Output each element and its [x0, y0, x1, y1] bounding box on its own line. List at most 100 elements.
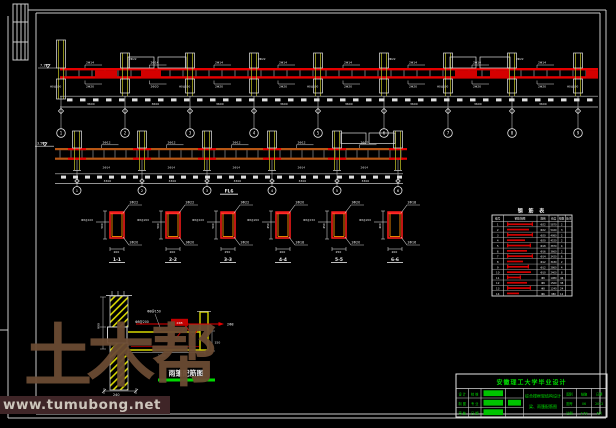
annotation-blob — [561, 98, 567, 101]
cad-path — [123, 205, 142, 213]
column-stub-above — [186, 53, 195, 68]
annotation-blob — [340, 98, 346, 101]
span-dimension: 3300 — [234, 179, 242, 183]
span-dimension: 3300 — [362, 179, 370, 183]
axis-number: 3 — [189, 130, 192, 135]
rebar-shape — [507, 255, 533, 257]
annotation-blob — [184, 98, 190, 101]
section-detail: 2Φ222Φ20Φ8@1005002001-1 — [81, 201, 142, 264]
span-dimension: 3600 — [539, 102, 547, 106]
row-number: 5 — [497, 244, 499, 248]
rebar-spec: Φ20 — [540, 239, 546, 243]
support-fill — [490, 70, 510, 78]
stirrup-callout: Φ8@200 — [247, 218, 259, 222]
rebar-hook — [507, 243, 508, 247]
rebar-qty: 6 — [561, 255, 563, 259]
rebar-length: 1240 — [550, 288, 557, 291]
rebar-spec: Φ12 — [540, 265, 546, 269]
annotation-blob — [431, 98, 437, 101]
top-rebar-callout: 2Φ22 — [130, 201, 139, 205]
annotation-blob — [353, 98, 359, 101]
rebar-qty: 2 — [561, 233, 563, 237]
support-fill — [263, 158, 281, 160]
width-label: 250 — [336, 250, 342, 254]
column-stub-below — [380, 79, 389, 93]
rebar-hook — [507, 254, 508, 258]
column-stub-above — [314, 53, 323, 68]
annotation-blob — [405, 98, 411, 101]
annotation-blob — [93, 98, 99, 101]
column-stub-above — [138, 131, 147, 148]
stirrup-note: Φ8@100 — [50, 85, 62, 89]
annotation-blob — [253, 176, 258, 179]
top-rebar-callout: 2Φ22 — [186, 201, 195, 205]
beam-top-chord — [60, 68, 598, 70]
rebar-shape — [507, 287, 531, 289]
annotation-blob — [349, 176, 354, 179]
table-header: 备注 — [566, 216, 572, 220]
height-label: 500 — [211, 223, 215, 229]
stirrup-callout: Φ8@200 — [359, 218, 371, 222]
rebar-spec: Φ8 — [541, 287, 545, 291]
bottom-callout: 2Φ20 — [151, 85, 159, 89]
rebar-length: 3180 — [550, 261, 557, 264]
axis-number: 1 — [60, 130, 63, 135]
rebar-shape — [507, 234, 533, 236]
bottom-rebar-callout: 2Φ16 — [408, 241, 417, 245]
column-stub-above — [444, 53, 453, 68]
annotation-blob — [169, 176, 174, 179]
span-dimension: 3300 — [104, 179, 112, 183]
column-stub-above — [574, 53, 583, 68]
rebar-length: 980 — [551, 293, 556, 296]
span-dimension: 3600 — [474, 102, 482, 106]
support-fill — [328, 158, 346, 160]
rebar-length: 2400 — [550, 272, 557, 275]
tb-label: 日 期 — [471, 411, 478, 416]
upper-beam-outline — [158, 57, 186, 68]
annotation-blob — [262, 98, 268, 101]
rebar-qty: 2 — [561, 223, 563, 227]
top-rebar-callout: 3Φ20 — [352, 201, 361, 205]
width-label: 200 — [392, 250, 398, 254]
tb-label: 制 图 — [459, 401, 466, 406]
span-dimension: 3600 — [345, 102, 353, 106]
bottom-callout: 2Φ20 — [473, 85, 481, 89]
annotation-blob — [373, 176, 378, 179]
top-rebar-callout: 3Φ22 — [241, 201, 250, 205]
rebar-hook — [532, 222, 533, 226]
bottom-rebar-callout: 3Φ20 — [186, 241, 195, 245]
cad-sheet: Φ8@10012Φ222Φ8@10032Φ224Φ8@10052Φ226Φ8@1… — [0, 0, 616, 428]
rebar-length: 1560 — [550, 282, 557, 285]
top-rebar-callout: 2Φ18 — [408, 201, 417, 205]
beam-cross-sections: 2Φ222Φ20Φ8@1005002001-12Φ223Φ20Φ8@200500… — [81, 201, 420, 264]
tb-label: 审 核 — [459, 411, 467, 416]
tb-name-block — [484, 409, 504, 415]
rebar-length: 5420 — [550, 229, 557, 232]
row-number: 1 — [497, 223, 499, 227]
stirrup-callout: Φ8@100 — [81, 218, 93, 222]
leader-arrow — [219, 322, 225, 326]
support-callout: 2Φ22 — [388, 57, 396, 61]
annotation-blob — [522, 98, 528, 101]
annotation-blob — [210, 98, 216, 101]
annotation-blob — [337, 176, 342, 179]
table-header: 钢筋简图 — [515, 216, 526, 220]
annotation-blob — [67, 98, 73, 101]
support-fill — [133, 158, 151, 160]
span-callout: 2Φ14 — [151, 61, 159, 65]
support-fill — [95, 70, 117, 78]
tb-name-block — [508, 400, 521, 406]
row-number: 4 — [497, 239, 499, 243]
support-callout: 2Φ22 — [258, 57, 266, 61]
annotation-blob — [158, 98, 164, 101]
tb-value: 6月 — [597, 412, 602, 416]
support-fill — [389, 158, 407, 160]
row-number: 9 — [497, 265, 499, 269]
support-fill — [141, 70, 161, 78]
rebar-length: 3660 — [550, 250, 557, 253]
tb-label: 图别 — [566, 392, 572, 397]
rebar-shape — [507, 239, 525, 241]
rebar-spec: Φ18 — [540, 244, 546, 248]
annotation-blob — [301, 176, 306, 179]
annotation-blob — [119, 98, 125, 101]
